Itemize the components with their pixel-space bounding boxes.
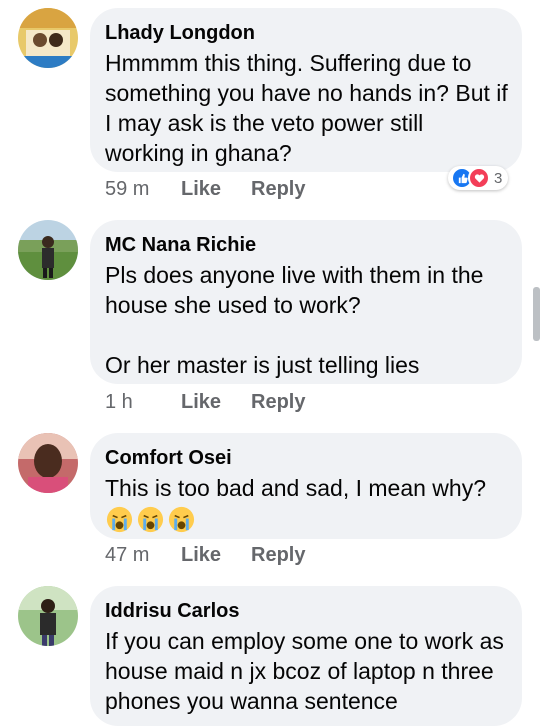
- comment-text: Pls does anyone live with them in the ho…: [105, 262, 484, 378]
- comment-timestamp[interactable]: 59 m: [105, 178, 181, 201]
- comment-text: This is too bad and sad, I mean why?: [105, 475, 486, 501]
- commenter-name[interactable]: Comfort Osei: [105, 445, 508, 471]
- avatar-image: [18, 8, 78, 68]
- crying-emoji-icon: [105, 505, 134, 539]
- love-reaction-icon: [468, 167, 490, 189]
- commenter-name[interactable]: Lhady Longdon: [105, 20, 508, 46]
- comment-bubble: Comfort Osei This is too bad and sad, I …: [90, 433, 522, 539]
- like-button[interactable]: Like: [181, 391, 251, 414]
- emoji-row: [105, 505, 508, 539]
- reply-button[interactable]: Reply: [251, 544, 305, 567]
- comment-text: Hmmmm this thing. Suffering due to somet…: [105, 50, 508, 166]
- comment-bubble: Iddrisu Carlos If you can employ some on…: [90, 586, 522, 726]
- reply-button[interactable]: Reply: [251, 178, 305, 201]
- commenter-name[interactable]: MC Nana Richie: [105, 232, 508, 258]
- comment-timestamp[interactable]: 1 h: [105, 391, 181, 414]
- comment-actions: 59 m Like Reply: [105, 176, 305, 202]
- reaction-summary[interactable]: 3: [448, 166, 509, 190]
- reply-button[interactable]: Reply: [251, 391, 305, 414]
- avatar[interactable]: [18, 586, 78, 646]
- comment-text: If you can employ some one to work as ho…: [105, 628, 504, 714]
- avatar-image: [18, 433, 78, 493]
- commenter-name[interactable]: Iddrisu Carlos: [105, 598, 508, 624]
- comment-timestamp[interactable]: 47 m: [105, 544, 181, 567]
- reaction-count: 3: [494, 169, 503, 187]
- avatar[interactable]: [18, 433, 78, 493]
- like-button[interactable]: Like: [181, 544, 251, 567]
- avatar[interactable]: [18, 220, 78, 280]
- comment-actions: 47 m Like Reply: [105, 542, 305, 568]
- avatar[interactable]: [18, 8, 78, 68]
- crying-emoji-icon: [167, 505, 196, 539]
- comment-bubble: MC Nana Richie Pls does anyone live with…: [90, 220, 522, 384]
- crying-emoji-icon: [136, 505, 165, 539]
- scrollbar[interactable]: [533, 287, 540, 341]
- avatar-image: [18, 586, 78, 646]
- comment-actions: 1 h Like Reply: [105, 389, 305, 415]
- avatar-image: [18, 220, 78, 280]
- comment-bubble: Lhady Longdon Hmmmm this thing. Sufferin…: [90, 8, 522, 172]
- like-button[interactable]: Like: [181, 178, 251, 201]
